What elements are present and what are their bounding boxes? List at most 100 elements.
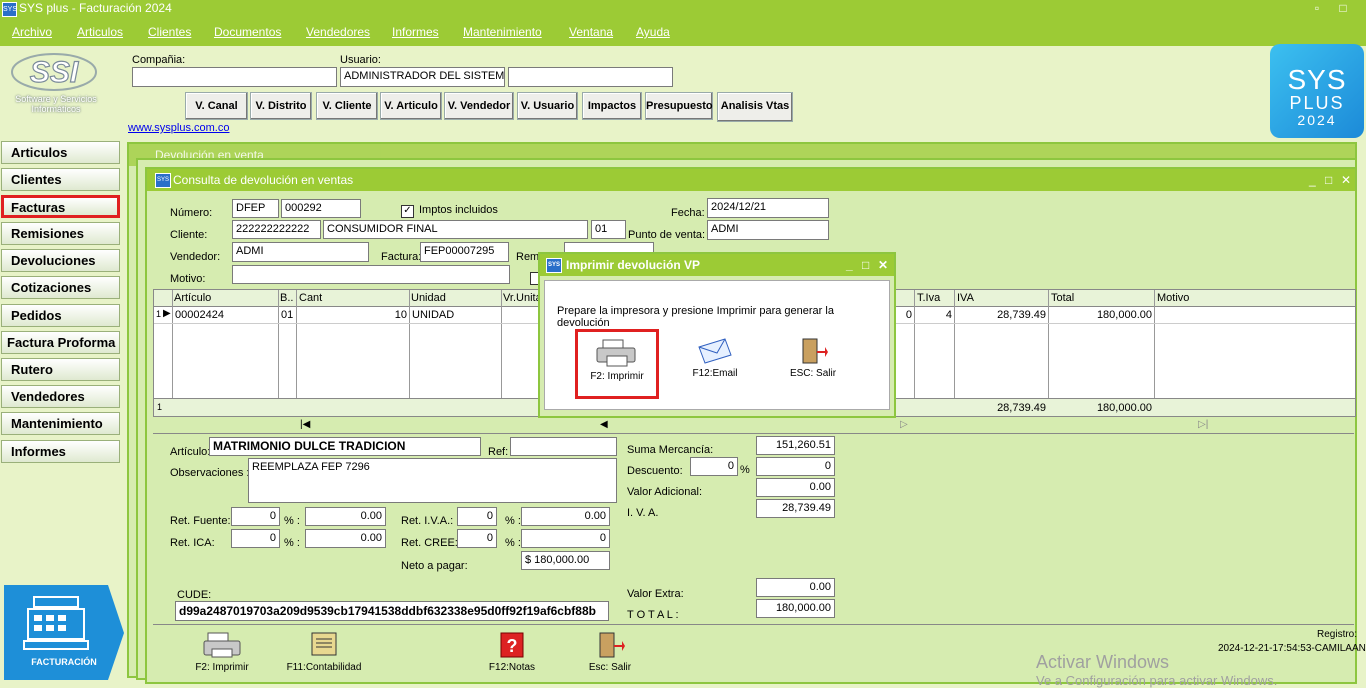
nav-clientes[interactable]: Clientes: [1, 168, 120, 191]
articulo-desc-field[interactable]: MATRIMONIO DULCE TRADICION: [209, 437, 481, 456]
v-canal-button[interactable]: V. Canal: [185, 92, 248, 120]
nav-rutero[interactable]: Rutero: [1, 358, 120, 381]
cell-unidad[interactable]: UNIDAD: [412, 309, 454, 321]
first-record-icon[interactable]: |◀: [300, 419, 310, 430]
impactos-button[interactable]: Impactos: [582, 92, 642, 120]
maximize-icon[interactable]: □: [1336, 1, 1350, 15]
v-articulo-button[interactable]: V. Articulo: [380, 92, 442, 120]
col-unidad[interactable]: Unidad: [411, 292, 446, 304]
motivo-field[interactable]: [232, 265, 510, 284]
salir-button[interactable]: Esc: Salir: [584, 631, 636, 673]
cell-total[interactable]: 180,000.00: [1050, 309, 1152, 321]
col-vr-unitario[interactable]: Vr.Unita: [503, 292, 542, 304]
cell-bodega[interactable]: 01: [281, 309, 293, 321]
total-field[interactable]: 180,000.00: [756, 599, 835, 618]
cell-cant[interactable]: 10: [299, 309, 407, 321]
factura-field[interactable]: FEP00007295: [420, 242, 509, 262]
col-tiva[interactable]: T.Iva: [917, 292, 940, 304]
cell-iva[interactable]: 28,739.49: [956, 309, 1046, 321]
ret-cree-field[interactable]: 0: [521, 529, 610, 548]
valor-adicional-field[interactable]: 0.00: [756, 478, 835, 497]
ret-fuente-field[interactable]: 0.00: [305, 507, 386, 526]
dialog-close-icon[interactable]: ✕: [878, 258, 888, 272]
nav-remisiones[interactable]: Remisiones: [1, 222, 120, 245]
notas-button[interactable]: ? F12:Notas: [484, 631, 540, 673]
menu-informes[interactable]: Informes: [392, 25, 439, 39]
maximize-icon[interactable]: □: [1325, 173, 1332, 187]
iva-included-checkbox[interactable]: ✓: [401, 205, 414, 218]
nav-vendedores[interactable]: Vendedores: [1, 385, 120, 408]
col-motivo[interactable]: Motivo: [1157, 292, 1189, 304]
nav-facturas[interactable]: Facturas: [1, 195, 120, 218]
minimize-icon[interactable]: _: [1309, 173, 1316, 187]
col-bodega[interactable]: B..: [280, 292, 293, 304]
prev-record-icon[interactable]: ◀: [600, 419, 608, 430]
cude-field[interactable]: d99a2487019703a209d9539cb17941538ddbf632…: [175, 601, 609, 621]
menu-mantenimiento[interactable]: Mantenimiento: [463, 25, 542, 39]
ret-ica-pct-field[interactable]: 0: [231, 529, 280, 548]
v-usuario-button[interactable]: V. Usuario: [517, 92, 578, 120]
numero-field[interactable]: 000292: [281, 199, 361, 218]
menu-articulos[interactable]: Articulos: [77, 25, 123, 39]
col-articulo[interactable]: Artículo: [174, 292, 211, 304]
ret-ica-field[interactable]: 0.00: [305, 529, 386, 548]
nav-cotizaciones[interactable]: Cotizaciones: [1, 276, 120, 299]
col-iva[interactable]: IVA: [957, 292, 974, 304]
website-link[interactable]: www.sysplus.com.co: [128, 122, 229, 134]
facturacion-tile[interactable]: FACTURACIÓN: [4, 585, 124, 680]
last-record-icon[interactable]: ▷|: [1198, 419, 1208, 430]
nav-factura-proforma[interactable]: Factura Proforma: [1, 331, 120, 354]
nav-devoluciones[interactable]: Devoluciones: [1, 249, 120, 272]
fecha-field[interactable]: 2024/12/21: [707, 198, 829, 218]
nav-informes[interactable]: Informes: [1, 440, 120, 463]
presupuesto-button[interactable]: Presupuesto: [645, 92, 713, 120]
numero-prefix-field[interactable]: DFEP: [232, 199, 279, 218]
menu-documentos[interactable]: Documentos: [214, 25, 281, 39]
cliente-id-field[interactable]: 222222222222: [232, 220, 321, 239]
iva-field[interactable]: 28,739.49: [756, 499, 835, 518]
nav-mantenimiento[interactable]: Mantenimiento: [1, 412, 120, 435]
next-record-icon[interactable]: ▷: [900, 419, 908, 430]
nav-articulos[interactable]: Articulos: [1, 141, 120, 164]
col-total[interactable]: Total: [1051, 292, 1074, 304]
user-field[interactable]: ADMINISTRADOR DEL SISTEM.: [340, 67, 505, 87]
v-vendedor-button[interactable]: V. Vendedor: [444, 92, 514, 120]
descuento-pct-field[interactable]: 0: [690, 457, 738, 476]
dialog-maximize-icon[interactable]: □: [862, 258, 869, 272]
ret-iva-pct-field[interactable]: 0: [457, 507, 497, 526]
close-icon[interactable]: ✕: [1341, 173, 1351, 187]
suma-field[interactable]: 151,260.51: [756, 436, 835, 455]
user-extra-field[interactable]: [508, 67, 673, 87]
cliente-name-field[interactable]: CONSUMIDOR FINAL: [323, 220, 588, 239]
cell-articulo[interactable]: 00002424: [175, 309, 224, 321]
punto-venta-field[interactable]: ADMI: [707, 220, 829, 240]
v-distrito-button[interactable]: V. Distrito: [250, 92, 312, 120]
neto-field[interactable]: $ 180,000.00: [521, 551, 610, 570]
ret-iva-field[interactable]: 0.00: [521, 507, 610, 526]
valor-extra-field[interactable]: 0.00: [756, 578, 835, 597]
nav-pedidos[interactable]: Pedidos: [1, 304, 120, 327]
dialog-print-button[interactable]: F2: Imprimir: [575, 329, 659, 399]
analisis-vtas-button[interactable]: Analisis Vtas: [717, 92, 793, 122]
menu-ayuda[interactable]: Ayuda: [636, 25, 670, 39]
dialog-minimize-icon[interactable]: _: [846, 258, 853, 272]
print-button[interactable]: F2: Imprimir: [190, 631, 254, 673]
cliente-branch-field[interactable]: 01: [591, 220, 626, 239]
ret-cree-pct-field[interactable]: 0: [457, 529, 497, 548]
menu-ventana[interactable]: Ventana: [569, 25, 613, 39]
ret-fuente-pct-field[interactable]: 0: [231, 507, 280, 526]
restore-icon[interactable]: ▫: [1310, 1, 1324, 15]
contabilidad-button[interactable]: F11:Contabilidad: [284, 631, 364, 673]
vendedor-field[interactable]: ADMI: [232, 242, 369, 262]
dialog-email-button[interactable]: F12:Email: [685, 337, 745, 379]
menu-clientes[interactable]: Clientes: [148, 25, 191, 39]
menu-archivo[interactable]: Archivo: [12, 25, 52, 39]
cell-tiva[interactable]: 4: [916, 309, 952, 321]
company-field[interactable]: [132, 67, 337, 87]
ref-field[interactable]: [510, 437, 617, 456]
descuento-field[interactable]: 0: [756, 457, 835, 476]
col-cant[interactable]: Cant: [299, 292, 322, 304]
v-cliente-button[interactable]: V. Cliente: [316, 92, 378, 120]
menu-vendedores[interactable]: Vendedores: [306, 25, 370, 39]
dialog-exit-button[interactable]: ESC: Salir: [783, 337, 843, 379]
